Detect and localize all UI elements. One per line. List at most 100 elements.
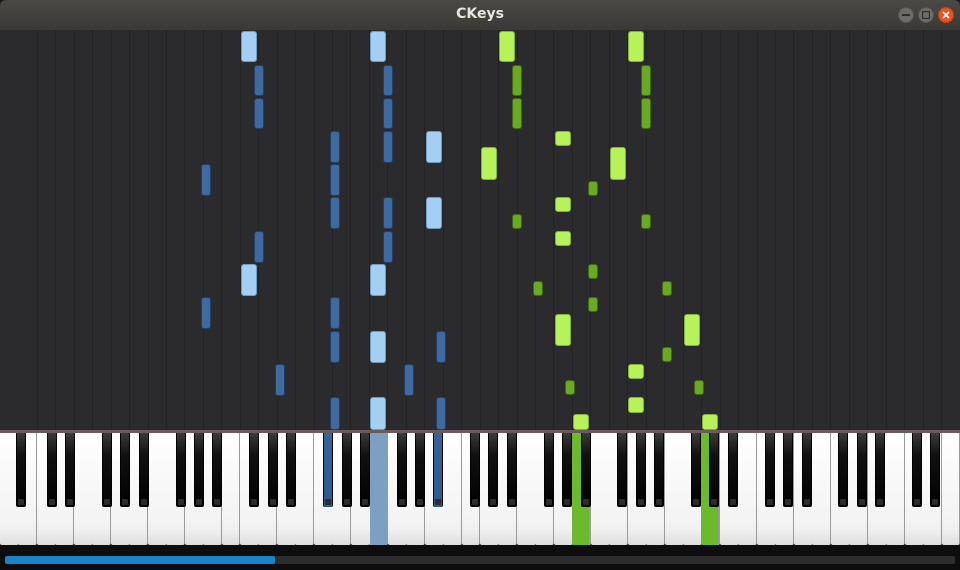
lane-divider [369,30,370,430]
black-key[interactable] [139,433,149,507]
black-key[interactable] [636,433,646,507]
black-key[interactable] [120,433,130,507]
black-key[interactable] [65,433,75,507]
black-key[interactable] [544,433,554,507]
lane-divider [701,30,702,430]
lane-divider [461,30,462,430]
white-key[interactable] [295,433,315,545]
lane-divider [129,30,130,430]
lane-divider [480,30,481,430]
black-key[interactable] [691,433,701,507]
lane-divider [553,30,554,430]
falling-note-blue [383,98,393,129]
lane-divider [332,30,333,430]
black-key[interactable] [709,433,719,507]
black-key[interactable] [102,433,112,507]
black-key[interactable] [507,433,517,507]
white-key[interactable] [147,433,167,545]
black-key[interactable] [249,433,259,507]
lane-divider [314,30,315,430]
falling-note-green [555,197,571,212]
black-key[interactable] [176,433,186,507]
lane-divider [424,30,425,430]
lane-divider [590,30,591,430]
black-key[interactable] [286,433,296,507]
white-key[interactable] [590,433,610,545]
black-key[interactable] [194,433,204,507]
white-key[interactable] [516,433,536,545]
black-key[interactable] [488,433,498,507]
white-key[interactable] [664,433,684,545]
white-key-pressed[interactable] [370,433,388,545]
black-key[interactable] [342,433,352,507]
black-key[interactable] [16,433,26,507]
black-key-pressed[interactable] [323,433,333,507]
black-key[interactable] [360,433,370,507]
lane-divider [664,30,665,430]
black-key[interactable] [268,433,278,507]
lane-divider [812,30,813,430]
falling-note-blue [201,297,211,329]
black-key-pressed[interactable] [433,433,443,507]
black-key[interactable] [617,433,627,507]
lane-divider [498,30,499,430]
maximize-button[interactable] [918,7,934,23]
black-key[interactable] [875,433,885,507]
black-key[interactable] [765,433,775,507]
lane-divider [166,30,167,430]
black-key[interactable] [562,433,572,507]
falling-note-green [499,31,515,62]
falling-note-green [555,231,571,246]
black-key[interactable] [470,433,480,507]
black-key[interactable] [838,433,848,507]
falling-note-green [641,98,651,129]
black-key[interactable] [212,433,222,507]
lane-divider [849,30,850,430]
minimize-button[interactable] [898,7,914,23]
lane-divider [572,30,573,430]
black-key[interactable] [857,433,867,507]
lane-divider [775,30,776,430]
minimize-icon [902,14,910,16]
lane-divider [923,30,924,430]
playback-progress-fill [5,556,275,564]
black-key[interactable] [654,433,664,507]
black-key[interactable] [728,433,738,507]
lane-divider [92,30,93,430]
lane-divider [37,30,38,430]
falling-note-green [662,347,672,362]
falling-note-green [481,147,497,180]
window-title: CKeys [456,6,504,22]
black-key[interactable] [783,433,793,507]
falling-note-green [628,397,644,413]
lane-divider [738,30,739,430]
white-key[interactable] [738,433,758,545]
maximize-icon [922,11,930,19]
falling-note-green [565,380,575,395]
white-key[interactable] [812,433,832,545]
white-key[interactable] [221,433,241,545]
falling-note-green [588,297,598,312]
falling-note-blue [370,31,386,62]
black-key[interactable] [912,433,922,507]
piano-keyboard [0,433,960,545]
falling-note-blue [426,131,442,163]
black-key[interactable] [581,433,591,507]
lane-divider [720,30,721,430]
playback-progress-track[interactable] [5,556,955,564]
close-button[interactable] [938,7,954,23]
white-key[interactable] [941,433,960,545]
black-key[interactable] [930,433,940,507]
lane-divider [148,30,149,430]
black-key[interactable] [802,433,812,507]
falling-note-green [662,281,672,296]
falling-note-green [641,65,651,96]
white-key[interactable] [443,433,463,545]
black-key[interactable] [397,433,407,507]
black-key[interactable] [47,433,57,507]
lane-divider [793,30,794,430]
white-key[interactable] [73,433,93,545]
black-key[interactable] [415,433,425,507]
falling-note-green [641,214,651,229]
white-key[interactable] [886,433,906,545]
